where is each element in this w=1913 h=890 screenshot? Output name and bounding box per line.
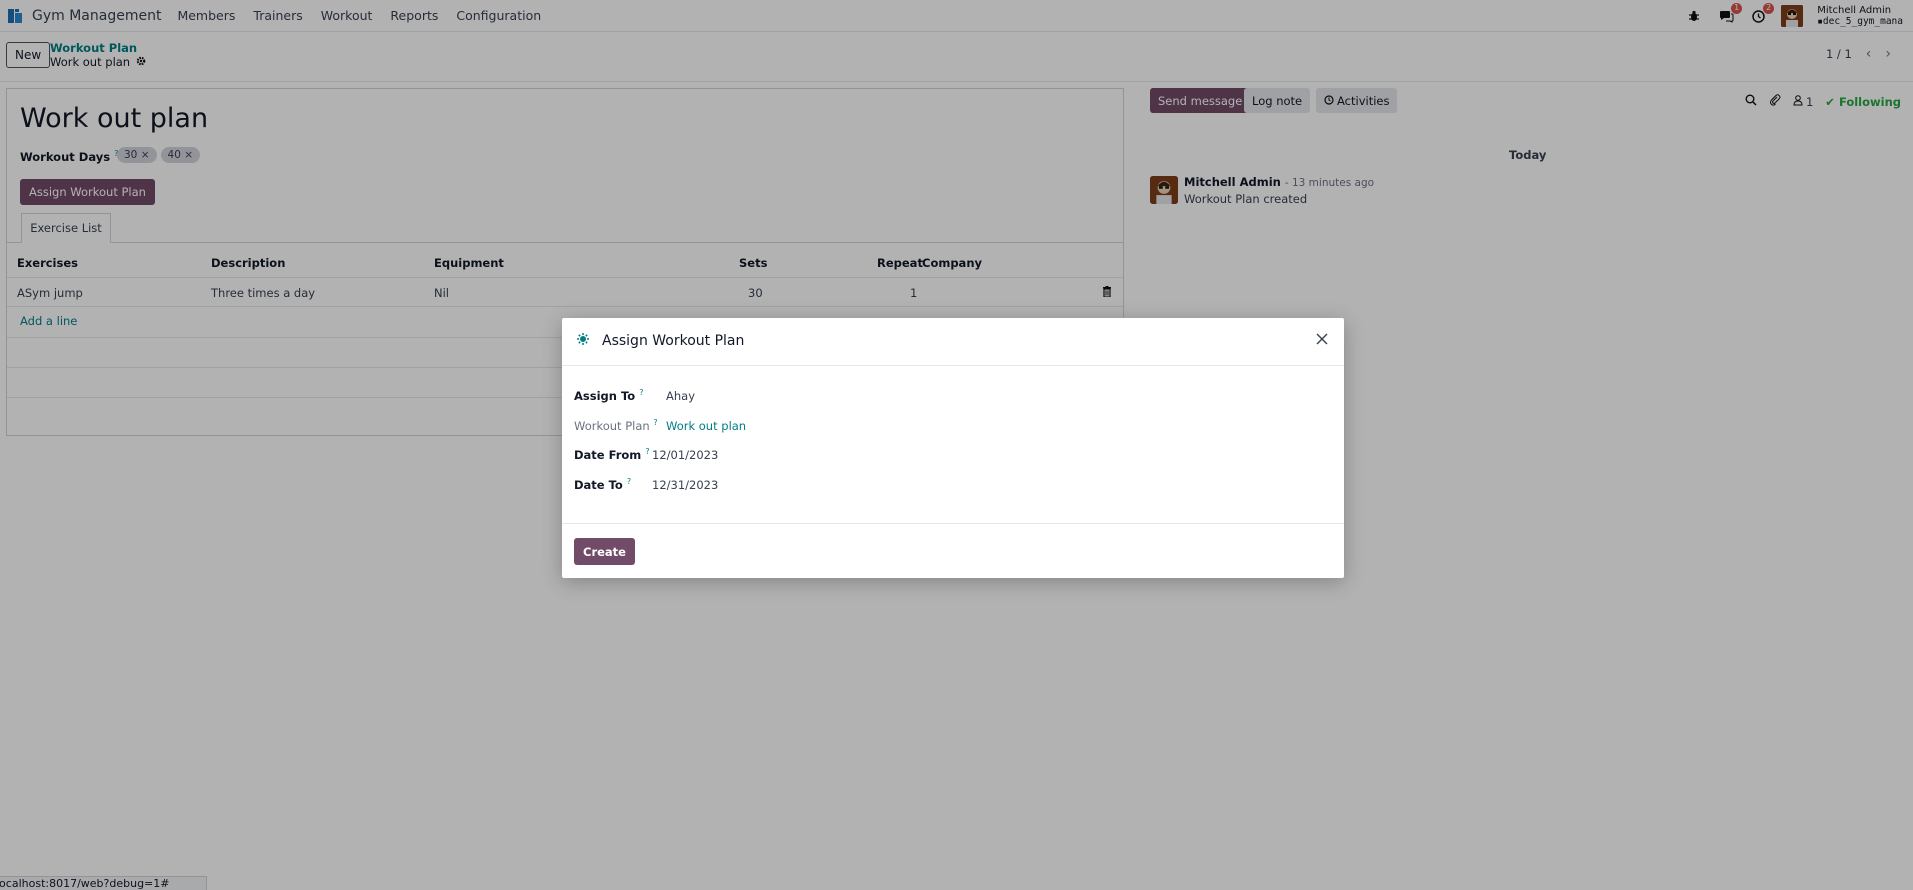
create-button[interactable]: Create [574, 538, 635, 565]
date-to-field[interactable]: 12/31/2023 [652, 478, 718, 492]
help-mark: ? [626, 477, 632, 486]
modal-footer: Create [562, 523, 1344, 578]
help-mark: ? [645, 447, 650, 456]
date-from-field[interactable]: 12/01/2023 [652, 448, 718, 462]
date-to-label: Date To ? [574, 477, 632, 492]
workout-plan-field[interactable]: Work out plan [666, 419, 746, 433]
assign-workout-plan-dialog: Assign Workout Plan Assign To ? Ahay Wor… [562, 318, 1344, 578]
gym-icon [576, 332, 592, 348]
assign-to-field[interactable]: Ahay [666, 389, 695, 403]
date-from-label: Date From ? [574, 447, 650, 462]
close-icon[interactable] [1314, 331, 1332, 349]
assign-to-label: Assign To ? [574, 388, 644, 403]
modal-title: Assign Workout Plan [602, 333, 745, 349]
modal-header: Assign Workout Plan [562, 318, 1344, 366]
workout-plan-label: Workout Plan ? [574, 418, 658, 433]
help-mark: ? [653, 418, 658, 427]
help-mark: ? [639, 388, 644, 397]
